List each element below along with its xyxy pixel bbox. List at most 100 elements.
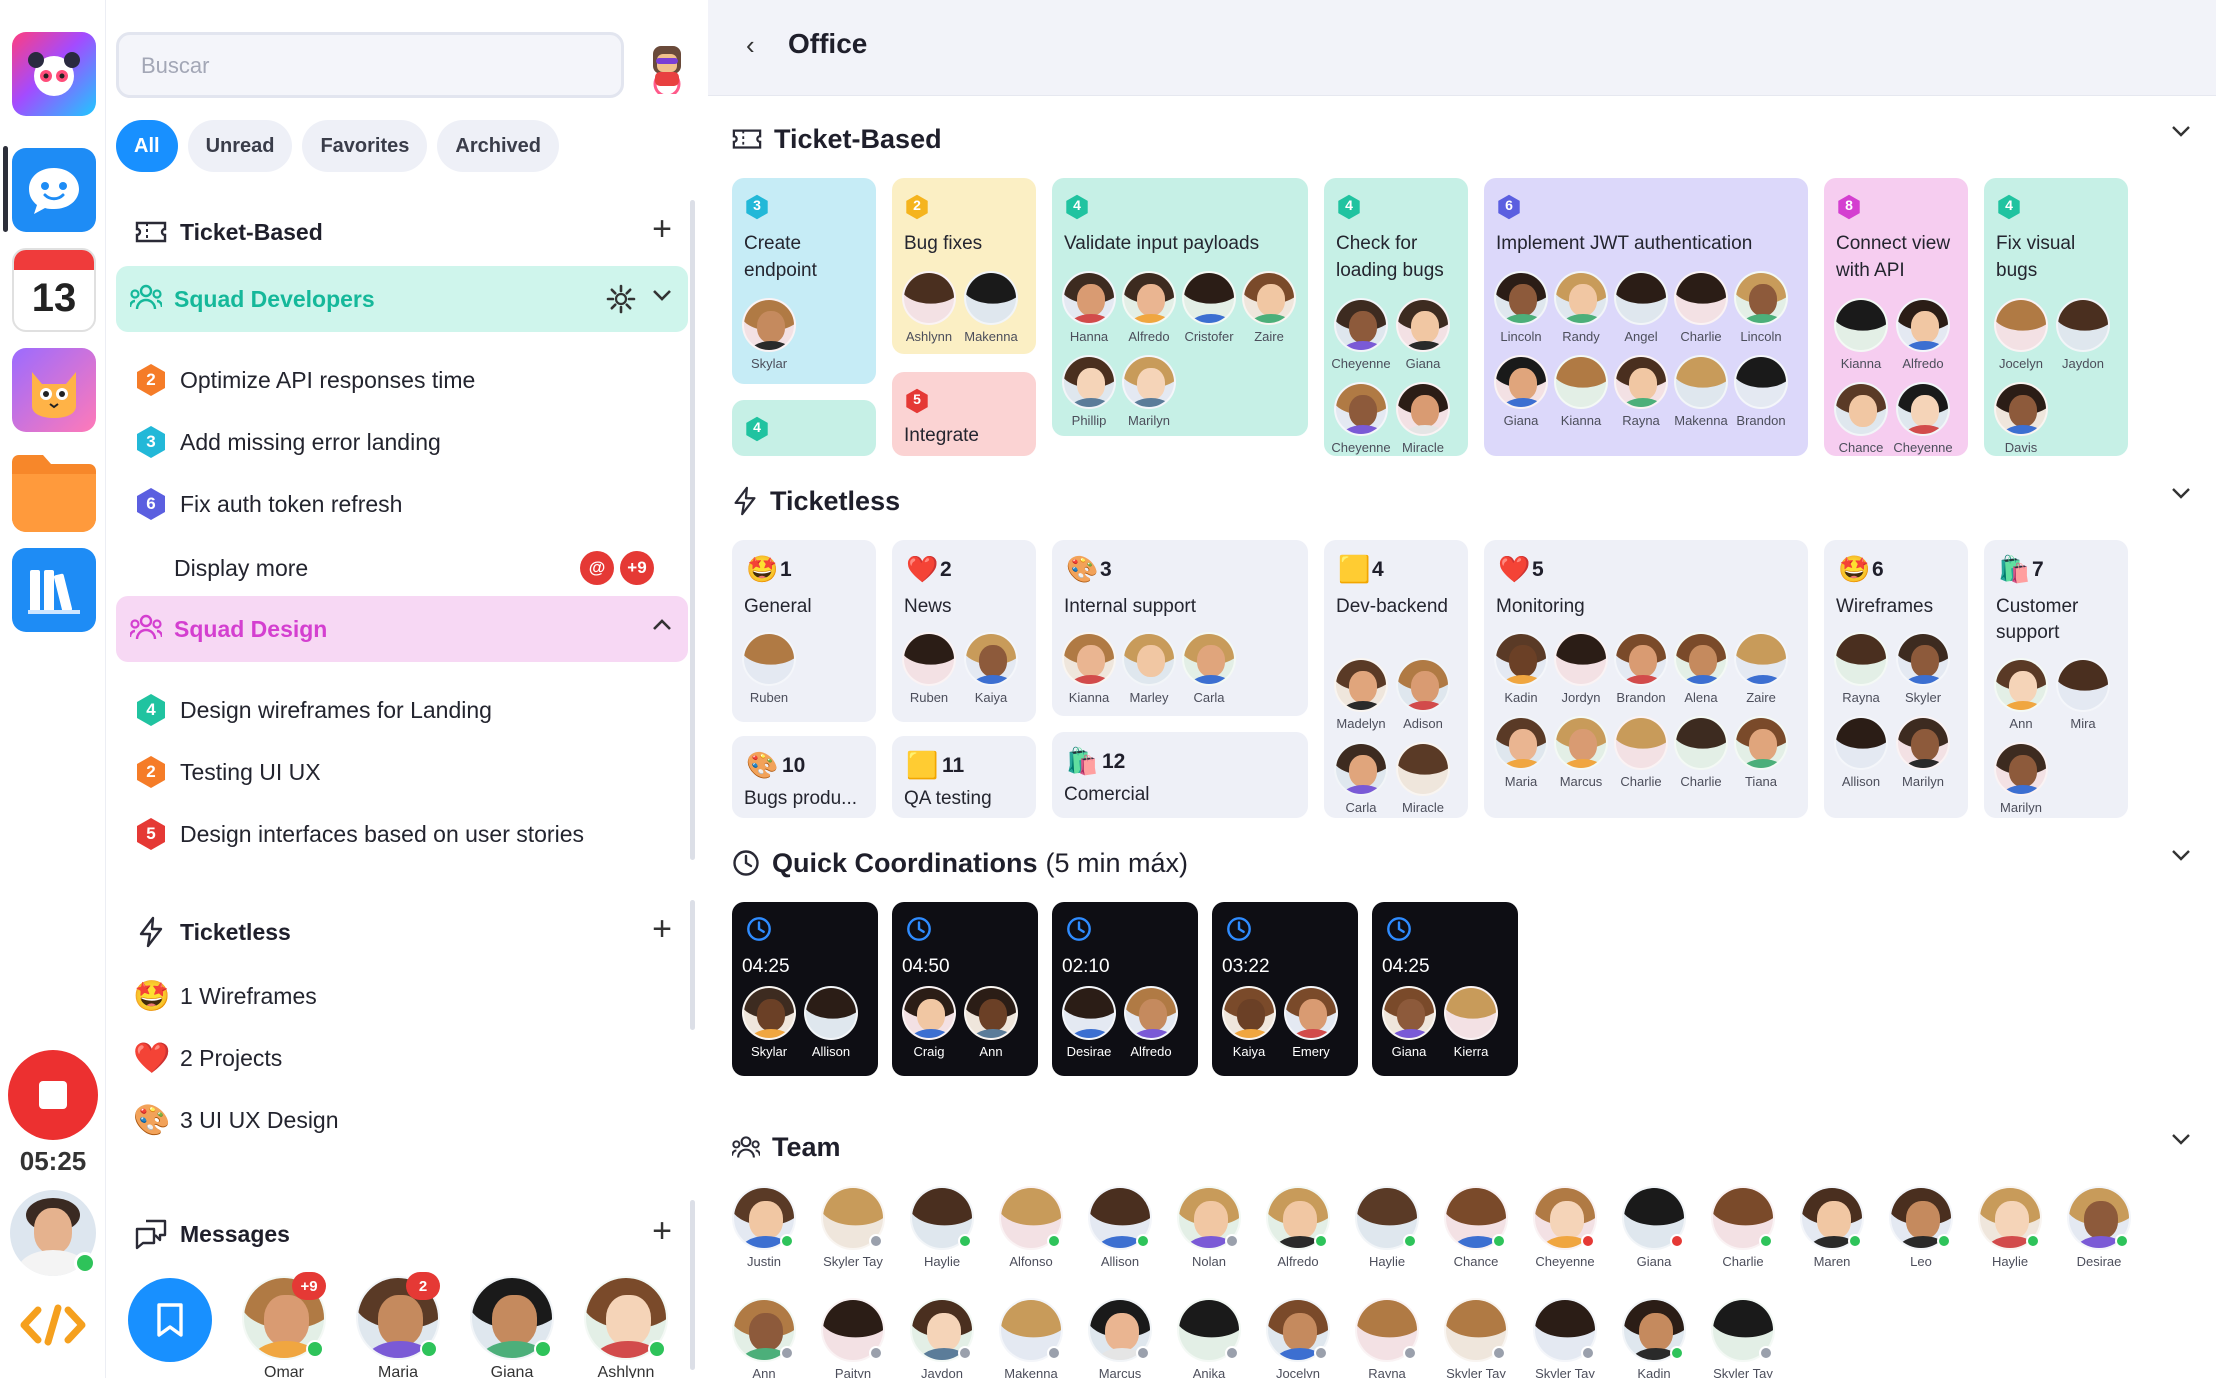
person-avatar[interactable] [1396,382,1450,436]
person-avatar[interactable] [1062,632,1116,686]
person-avatar[interactable] [1122,271,1176,325]
person-avatar[interactable] [1674,716,1728,770]
person-avatar[interactable] [1396,298,1450,352]
ticket-item[interactable]: 2 Testing UI UX [128,744,668,800]
person-avatar[interactable] [1494,632,1548,686]
chevron-down-icon[interactable] [652,288,672,307]
office-section-team[interactable]: Team [732,1122,2192,1172]
person-avatar[interactable] [1284,986,1338,1040]
ticketless-scrollbar[interactable] [690,900,695,1030]
messages-scrollbar[interactable] [690,1200,695,1370]
display-more-row[interactable]: Display more @ +9 [128,540,668,596]
squad-design-row[interactable]: Squad Design [116,596,688,662]
office-section-ticket-based[interactable]: Ticket-Based [732,114,2192,164]
ticketless-room-card[interactable]: 🎨 3 Internal support Kianna Marley Carla [1052,540,1308,716]
ticketless-item[interactable]: 🤩 1 Wireframes [128,968,668,1024]
person-avatar[interactable] [1494,355,1548,409]
person-avatar[interactable] [1122,632,1176,686]
person-avatar[interactable] [1062,271,1116,325]
person-avatar[interactable] [1242,271,1296,325]
person-avatar[interactable] [1896,382,1950,436]
section-ticket-based[interactable]: Ticket-Based + [124,200,688,264]
quick-coordination-card[interactable]: 03:22 Kaiya Emery [1212,902,1358,1076]
person-avatar[interactable] [964,632,1018,686]
person-avatar[interactable] [1994,298,2048,352]
quick-coordination-card[interactable]: 04:50 Craig Ann [892,902,1038,1076]
person-avatar[interactable] [2056,298,2110,352]
ticketless-room-card[interactable]: ❤️ 2 News Ruben Kaiya [892,540,1036,722]
person-avatar[interactable] [1396,658,1450,712]
profile-avatar-icon[interactable] [636,38,698,96]
person-avatar[interactable] [742,986,796,1040]
person-avatar[interactable] [1896,298,1950,352]
person-avatar[interactable] [1334,658,1388,712]
person-avatar[interactable] [902,632,956,686]
filter-unread[interactable]: Unread [187,120,293,172]
person-avatar[interactable] [1674,355,1728,409]
person-avatar[interactable] [742,632,796,686]
gear-icon[interactable] [606,284,636,319]
filter-all[interactable]: All [116,120,178,172]
library-app-icon[interactable] [12,548,96,632]
ticket-room-card[interactable]: 8 Connect view with API Kianna Alfredo Chanc… [1824,178,1968,456]
person-avatar[interactable] [1614,632,1668,686]
ticket-item[interactable]: 2 Optimize API responses time [128,352,668,408]
person-avatar[interactable] [2056,658,2110,712]
sidebar-scrollbar[interactable] [690,200,695,860]
add-message-button[interactable]: + [652,1212,672,1251]
person-avatar[interactable] [1614,716,1668,770]
ticket-item[interactable]: 6 Fix auth token refresh [128,476,668,532]
person-avatar[interactable] [1896,632,1950,686]
quick-coordination-card[interactable]: 04:25 Giana Kierra [1372,902,1518,1076]
chevron-up-icon[interactable] [652,618,672,637]
search-input[interactable]: Buscar [116,32,624,98]
person-avatar[interactable] [1834,716,1888,770]
office-section-ticketless[interactable]: Ticketless [732,476,2192,526]
person-avatar[interactable] [1062,355,1116,409]
ticket-room-card[interactable]: 2 Bug fixes Ashlynn Makenna [892,178,1036,354]
person-avatar[interactable] [1834,382,1888,436]
person-avatar[interactable] [1554,355,1608,409]
ticketless-room-card[interactable]: 🤩 1 General Ruben [732,540,876,722]
office-section-quick[interactable]: Quick Coordinations (5 min máx) [732,838,2192,888]
person-avatar[interactable] [1182,632,1236,686]
ticketless-item[interactable]: 🎨 3 UI UX Design [128,1092,668,1148]
ticketless-room-card[interactable]: 🤩 6 Wireframes Rayna Skyler Allison Marilyn [1824,540,1968,818]
person-avatar[interactable] [1734,355,1788,409]
person-avatar[interactable] [1554,716,1608,770]
person-avatar[interactable] [902,986,956,1040]
calendar-app-icon[interactable]: 13 [12,248,96,332]
ticket-room-card[interactable]: 4 Check for loading bugs Cheyenne Giana Chey… [1324,178,1468,456]
person-avatar[interactable] [902,271,956,325]
ticketless-item[interactable]: ❤️ 2 Projects [128,1030,668,1086]
ticketless-room-card[interactable]: 🟨 4 Dev-backend Madelyn Adison Carla Miracle [1324,540,1468,818]
quick-coordination-card[interactable]: 02:10 Desirae Alfredo [1052,902,1198,1076]
person-avatar[interactable] [1734,271,1788,325]
ticket-room-card[interactable]: 4 Fix visual bugs Jocelyn Jaydon Davis [1984,178,2128,456]
person-avatar[interactable] [1734,632,1788,686]
person-avatar[interactable] [1382,986,1436,1040]
ticketless-room-card[interactable]: 🛍️ 12 Comercial [1052,732,1308,818]
person-avatar[interactable] [1334,742,1388,796]
folder-app-icon[interactable] [12,448,96,532]
person-avatar[interactable] [964,986,1018,1040]
ticket-room-card[interactable]: 4 [732,400,876,456]
person-avatar[interactable] [1062,986,1116,1040]
person-avatar[interactable] [1494,271,1548,325]
person-avatar[interactable] [1182,271,1236,325]
ticket-room-card[interactable]: 3 Create endpoint Skylar [732,178,876,384]
ticketless-room-card[interactable]: 🟨 11 QA testing [892,736,1036,818]
person-avatar[interactable] [1334,382,1388,436]
person-avatar[interactable] [1222,986,1276,1040]
person-avatar[interactable] [1734,716,1788,770]
code-brand-icon[interactable] [18,1300,88,1355]
add-ticket-based-button[interactable]: + [652,210,672,249]
person-avatar[interactable] [964,271,1018,325]
ticketless-room-card[interactable]: 🎨 10 Bugs produ... [732,736,876,818]
ticket-item[interactable]: 3 Add missing error landing [128,414,668,470]
section-ticketless[interactable]: Ticketless + [124,900,688,964]
person-avatar[interactable] [1334,298,1388,352]
ticket-item[interactable]: 4 Design wireframes for Landing [128,682,668,738]
filter-favorites[interactable]: Favorites [302,120,428,172]
logo-app-icon[interactable] [12,32,96,116]
